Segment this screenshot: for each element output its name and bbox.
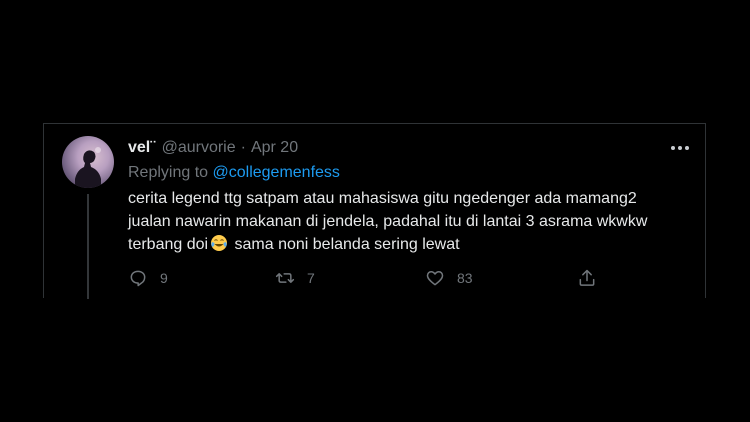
user-handle[interactable]: @aurvorie xyxy=(162,138,236,158)
like-button[interactable]: 83 xyxy=(425,267,473,289)
tweet-actions: 9 7 83 xyxy=(44,267,595,289)
tweet-header: vel¨ @aurvorie · Apr 20 xyxy=(128,138,688,158)
tweet-text-line: terbang doi sama noni belanda sering lew… xyxy=(128,233,688,256)
replying-prefix: Replying to xyxy=(128,164,209,181)
share-button[interactable] xyxy=(577,267,597,289)
tweet-content: vel¨ @aurvorie · Apr 20 Replying to @col… xyxy=(128,138,689,256)
replying-handle-link[interactable]: @collegemenfess xyxy=(213,164,340,181)
like-count: 83 xyxy=(457,270,473,286)
tweet-text-line: cerita legend ttg satpam atau mahasiswa … xyxy=(128,190,637,207)
avatar-image xyxy=(75,147,101,188)
reply-count: 9 xyxy=(160,270,168,286)
reply-button[interactable]: 9 xyxy=(128,267,168,289)
reply-icon xyxy=(130,270,146,287)
tweet-date[interactable]: Apr 20 xyxy=(251,138,298,158)
replying-to: Replying to @collegemenfess xyxy=(128,163,688,183)
tweet-card[interactable]: vel¨ @aurvorie · Apr 20 Replying to @col… xyxy=(43,123,706,299)
retweet-icon xyxy=(275,273,295,283)
retweet-button[interactable]: 7 xyxy=(275,267,315,289)
share-icon xyxy=(579,269,595,286)
heart-icon xyxy=(426,271,444,286)
more-icon xyxy=(671,146,689,150)
tweet-text-segment: terbang doi xyxy=(128,236,209,253)
avatar[interactable] xyxy=(62,136,114,188)
separator: · xyxy=(240,139,246,156)
more-options-button[interactable] xyxy=(668,138,692,158)
face-with-tears-of-joy-icon xyxy=(211,235,228,251)
retweet-count: 7 xyxy=(307,270,315,286)
tweet-text-line: jualan nawarin makanan di jendela, padah… xyxy=(128,213,648,230)
tweet-text-segment: sama noni belanda sering lewat xyxy=(230,236,460,253)
tweet-text: cerita legend ttg satpam atau mahasiswa … xyxy=(128,187,688,256)
display-name[interactable]: vel¨ xyxy=(128,138,156,158)
